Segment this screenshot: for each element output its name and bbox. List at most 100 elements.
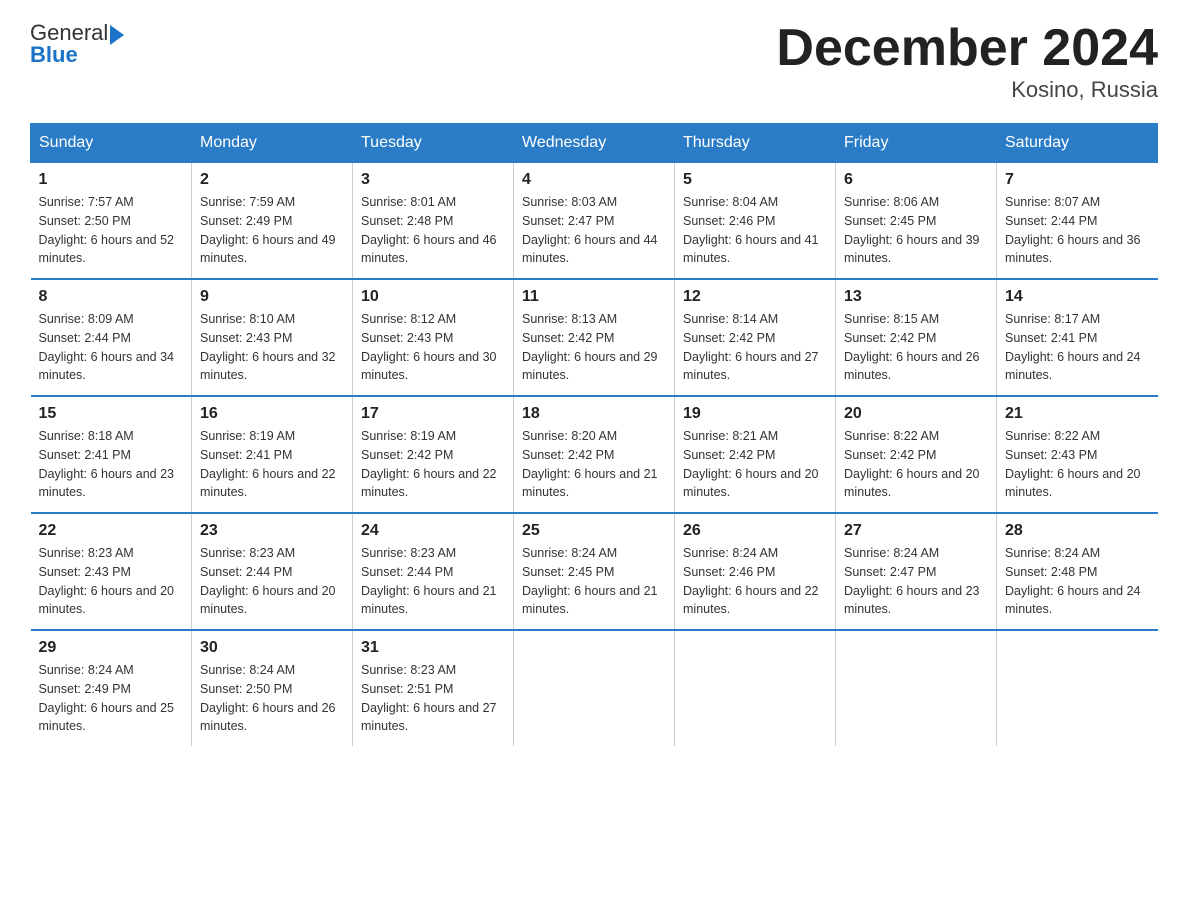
- day-number: 14: [1005, 288, 1150, 306]
- calendar-body: 1 Sunrise: 7:57 AMSunset: 2:50 PMDayligh…: [31, 163, 1158, 747]
- day-info: Sunrise: 8:19 AMSunset: 2:42 PMDaylight:…: [361, 427, 505, 502]
- day-number: 6: [844, 171, 988, 189]
- day-number: 10: [361, 288, 505, 306]
- calendar-day-cell: [836, 630, 997, 746]
- day-number: 21: [1005, 405, 1150, 423]
- col-wednesday: Wednesday: [514, 124, 675, 163]
- day-number: 12: [683, 288, 827, 306]
- calendar-day-cell: 3 Sunrise: 8:01 AMSunset: 2:48 PMDayligh…: [353, 163, 514, 280]
- day-number: 24: [361, 522, 505, 540]
- day-info: Sunrise: 8:15 AMSunset: 2:42 PMDaylight:…: [844, 310, 988, 385]
- calendar-day-cell: 8 Sunrise: 8:09 AMSunset: 2:44 PMDayligh…: [31, 279, 192, 396]
- day-info: Sunrise: 8:22 AMSunset: 2:42 PMDaylight:…: [844, 427, 988, 502]
- calendar-day-cell: 11 Sunrise: 8:13 AMSunset: 2:42 PMDaylig…: [514, 279, 675, 396]
- day-info: Sunrise: 7:57 AMSunset: 2:50 PMDaylight:…: [39, 193, 184, 268]
- col-sunday: Sunday: [31, 124, 192, 163]
- day-info: Sunrise: 8:21 AMSunset: 2:42 PMDaylight:…: [683, 427, 827, 502]
- calendar-day-cell: 14 Sunrise: 8:17 AMSunset: 2:41 PMDaylig…: [997, 279, 1158, 396]
- calendar-day-cell: 24 Sunrise: 8:23 AMSunset: 2:44 PMDaylig…: [353, 513, 514, 630]
- day-number: 5: [683, 171, 827, 189]
- calendar-day-cell: 20 Sunrise: 8:22 AMSunset: 2:42 PMDaylig…: [836, 396, 997, 513]
- day-info: Sunrise: 8:14 AMSunset: 2:42 PMDaylight:…: [683, 310, 827, 385]
- location-text: Kosino, Russia: [776, 77, 1158, 103]
- calendar-day-cell: [997, 630, 1158, 746]
- calendar-day-cell: [675, 630, 836, 746]
- day-info: Sunrise: 8:09 AMSunset: 2:44 PMDaylight:…: [39, 310, 184, 385]
- day-info: Sunrise: 8:23 AMSunset: 2:43 PMDaylight:…: [39, 544, 184, 619]
- calendar-day-cell: 1 Sunrise: 7:57 AMSunset: 2:50 PMDayligh…: [31, 163, 192, 280]
- day-number: 17: [361, 405, 505, 423]
- day-info: Sunrise: 8:24 AMSunset: 2:49 PMDaylight:…: [39, 661, 184, 736]
- day-number: 15: [39, 405, 184, 423]
- month-title: December 2024: [776, 20, 1158, 77]
- calendar-day-cell: 2 Sunrise: 7:59 AMSunset: 2:49 PMDayligh…: [192, 163, 353, 280]
- day-info: Sunrise: 8:24 AMSunset: 2:47 PMDaylight:…: [844, 544, 988, 619]
- title-block: December 2024 Kosino, Russia: [776, 20, 1158, 103]
- day-info: Sunrise: 8:20 AMSunset: 2:42 PMDaylight:…: [522, 427, 666, 502]
- day-number: 3: [361, 171, 505, 189]
- calendar-day-cell: 31 Sunrise: 8:23 AMSunset: 2:51 PMDaylig…: [353, 630, 514, 746]
- calendar-day-cell: 29 Sunrise: 8:24 AMSunset: 2:49 PMDaylig…: [31, 630, 192, 746]
- day-info: Sunrise: 8:12 AMSunset: 2:43 PMDaylight:…: [361, 310, 505, 385]
- page-header: General Blue December 2024 Kosino, Russi…: [30, 20, 1158, 103]
- day-number: 13: [844, 288, 988, 306]
- calendar-day-cell: 18 Sunrise: 8:20 AMSunset: 2:42 PMDaylig…: [514, 396, 675, 513]
- day-number: 20: [844, 405, 988, 423]
- day-number: 9: [200, 288, 344, 306]
- day-info: Sunrise: 8:23 AMSunset: 2:51 PMDaylight:…: [361, 661, 505, 736]
- day-number: 4: [522, 171, 666, 189]
- day-info: Sunrise: 8:01 AMSunset: 2:48 PMDaylight:…: [361, 193, 505, 268]
- day-number: 25: [522, 522, 666, 540]
- calendar-day-cell: 21 Sunrise: 8:22 AMSunset: 2:43 PMDaylig…: [997, 396, 1158, 513]
- day-info: Sunrise: 8:24 AMSunset: 2:46 PMDaylight:…: [683, 544, 827, 619]
- day-number: 30: [200, 639, 344, 657]
- col-friday: Friday: [836, 124, 997, 163]
- day-info: Sunrise: 8:23 AMSunset: 2:44 PMDaylight:…: [361, 544, 505, 619]
- calendar-week-row: 29 Sunrise: 8:24 AMSunset: 2:49 PMDaylig…: [31, 630, 1158, 746]
- day-info: Sunrise: 8:18 AMSunset: 2:41 PMDaylight:…: [39, 427, 184, 502]
- calendar-day-cell: 4 Sunrise: 8:03 AMSunset: 2:47 PMDayligh…: [514, 163, 675, 280]
- calendar-day-cell: 16 Sunrise: 8:19 AMSunset: 2:41 PMDaylig…: [192, 396, 353, 513]
- calendar-day-cell: 22 Sunrise: 8:23 AMSunset: 2:43 PMDaylig…: [31, 513, 192, 630]
- calendar-day-cell: 25 Sunrise: 8:24 AMSunset: 2:45 PMDaylig…: [514, 513, 675, 630]
- calendar-day-cell: 26 Sunrise: 8:24 AMSunset: 2:46 PMDaylig…: [675, 513, 836, 630]
- calendar-day-cell: 15 Sunrise: 8:18 AMSunset: 2:41 PMDaylig…: [31, 396, 192, 513]
- calendar-header-row: Sunday Monday Tuesday Wednesday Thursday…: [31, 124, 1158, 163]
- day-number: 11: [522, 288, 666, 306]
- calendar-table: Sunday Monday Tuesday Wednesday Thursday…: [30, 123, 1158, 746]
- day-info: Sunrise: 8:19 AMSunset: 2:41 PMDaylight:…: [200, 427, 344, 502]
- calendar-day-cell: 17 Sunrise: 8:19 AMSunset: 2:42 PMDaylig…: [353, 396, 514, 513]
- day-number: 1: [39, 171, 184, 189]
- day-info: Sunrise: 8:10 AMSunset: 2:43 PMDaylight:…: [200, 310, 344, 385]
- calendar-week-row: 8 Sunrise: 8:09 AMSunset: 2:44 PMDayligh…: [31, 279, 1158, 396]
- calendar-day-cell: 27 Sunrise: 8:24 AMSunset: 2:47 PMDaylig…: [836, 513, 997, 630]
- col-thursday: Thursday: [675, 124, 836, 163]
- day-info: Sunrise: 8:24 AMSunset: 2:50 PMDaylight:…: [200, 661, 344, 736]
- day-info: Sunrise: 8:23 AMSunset: 2:44 PMDaylight:…: [200, 544, 344, 619]
- day-number: 7: [1005, 171, 1150, 189]
- logo-arrow-icon: [110, 25, 124, 45]
- day-info: Sunrise: 8:06 AMSunset: 2:45 PMDaylight:…: [844, 193, 988, 268]
- day-number: 16: [200, 405, 344, 423]
- calendar-day-cell: 13 Sunrise: 8:15 AMSunset: 2:42 PMDaylig…: [836, 279, 997, 396]
- logo-blue-text: Blue: [30, 42, 78, 68]
- day-number: 8: [39, 288, 184, 306]
- calendar-day-cell: 19 Sunrise: 8:21 AMSunset: 2:42 PMDaylig…: [675, 396, 836, 513]
- day-info: Sunrise: 8:24 AMSunset: 2:48 PMDaylight:…: [1005, 544, 1150, 619]
- logo: General Blue: [30, 20, 124, 68]
- day-info: Sunrise: 8:03 AMSunset: 2:47 PMDaylight:…: [522, 193, 666, 268]
- day-info: Sunrise: 8:22 AMSunset: 2:43 PMDaylight:…: [1005, 427, 1150, 502]
- calendar-day-cell: [514, 630, 675, 746]
- calendar-week-row: 1 Sunrise: 7:57 AMSunset: 2:50 PMDayligh…: [31, 163, 1158, 280]
- day-number: 18: [522, 405, 666, 423]
- calendar-day-cell: 5 Sunrise: 8:04 AMSunset: 2:46 PMDayligh…: [675, 163, 836, 280]
- day-number: 23: [200, 522, 344, 540]
- col-monday: Monday: [192, 124, 353, 163]
- calendar-week-row: 22 Sunrise: 8:23 AMSunset: 2:43 PMDaylig…: [31, 513, 1158, 630]
- calendar-day-cell: 10 Sunrise: 8:12 AMSunset: 2:43 PMDaylig…: [353, 279, 514, 396]
- calendar-day-cell: 23 Sunrise: 8:23 AMSunset: 2:44 PMDaylig…: [192, 513, 353, 630]
- day-number: 19: [683, 405, 827, 423]
- calendar-day-cell: 30 Sunrise: 8:24 AMSunset: 2:50 PMDaylig…: [192, 630, 353, 746]
- day-number: 27: [844, 522, 988, 540]
- day-info: Sunrise: 8:24 AMSunset: 2:45 PMDaylight:…: [522, 544, 666, 619]
